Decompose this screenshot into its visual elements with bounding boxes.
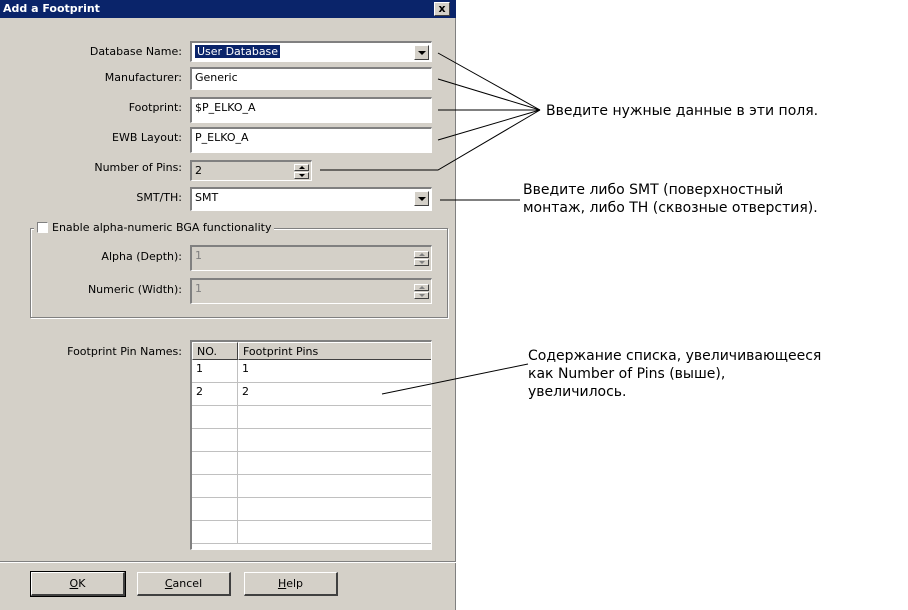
leader-line-ewb	[437, 109, 541, 141]
annotation-smt-line2: монтаж, либо TH (сквозные отверстия).	[523, 200, 818, 216]
leader-line-database	[437, 52, 541, 111]
annotation-list-line1: Содержание списка, увеличивающееся	[528, 348, 822, 364]
annotation-smt-line1: Введите либо SMT (поверхностный	[523, 182, 784, 198]
leader-line-manufacturer	[437, 78, 541, 111]
annotation-list: Содержание списка, увеличивающееся как N…	[528, 347, 821, 401]
annotation-fields: Введите нужные данные в эти поля.	[546, 103, 819, 119]
annotation-list-line3: увеличилось.	[528, 384, 627, 400]
leader-line-pins	[320, 109, 541, 171]
annotation-lines	[320, 52, 541, 395]
annotation-list-line2: как Number of Pins (выше),	[528, 366, 726, 382]
leader-line-list	[381, 363, 529, 395]
annotation-smt: Введите либо SMT (поверхностный монтаж, …	[523, 181, 818, 217]
